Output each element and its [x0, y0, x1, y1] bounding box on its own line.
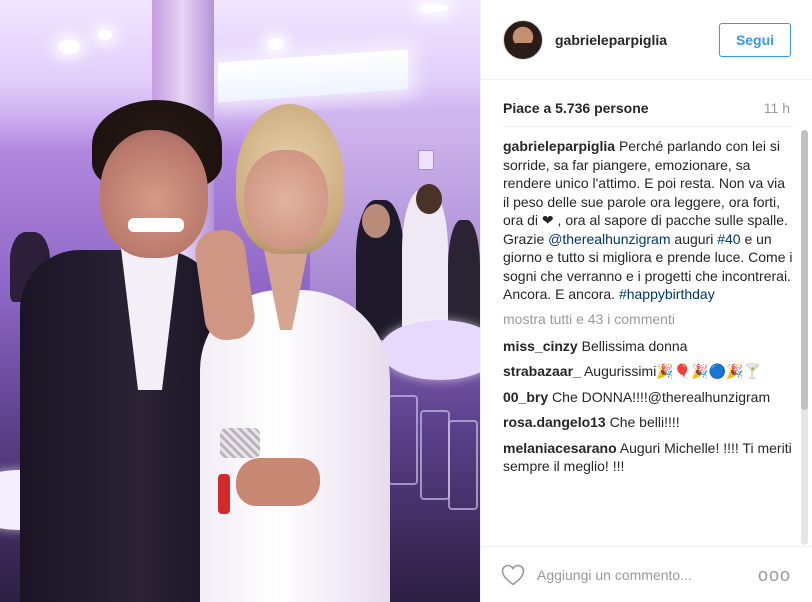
mention-link[interactable]: @therealhunzigram — [548, 231, 670, 247]
post-sidebar: gabrieleparpiglia Segui Piace a 5.736 pe… — [480, 0, 812, 602]
post-caption: gabrieleparpiglia Perché parlando con le… — [503, 138, 793, 302]
comment-item: miss_cinzy Bellissima donna — [503, 337, 793, 356]
comment-text: Che belli!!!! — [609, 414, 680, 430]
comment-username[interactable]: 00_bry — [503, 389, 548, 405]
comment-username[interactable]: miss_cinzy — [503, 338, 578, 354]
post-timestamp[interactable]: 11 h — [764, 100, 790, 116]
comment-text: Augurissimi🎉🎈🎉🔵🎉🍸 — [583, 363, 761, 379]
more-options-icon[interactable]: ooo — [758, 565, 791, 586]
author-username[interactable]: gabrieleparpiglia — [555, 32, 667, 48]
post-footer: Aggiungi un commento... ooo — [481, 546, 812, 602]
comment-item: rosa.dangelo13 Che belli!!!! — [503, 413, 793, 432]
hashtag-link[interactable]: #40 — [717, 231, 740, 247]
comment-username[interactable]: rosa.dangelo13 — [503, 414, 606, 430]
show-all-comments-link[interactable]: mostra tutti e 43 i commenti — [503, 308, 793, 330]
comments-scrollbar[interactable] — [801, 130, 808, 545]
photo-man — [20, 250, 220, 602]
post-photo[interactable] — [0, 0, 480, 602]
comment-item: 00_bry Che DONNA!!!!@therealhunzigram — [503, 388, 793, 407]
comment-item: strabazaar_ Augurissimi🎉🎈🎉🔵🎉🍸 — [503, 362, 793, 381]
comment-username[interactable]: strabazaar_ — [503, 363, 581, 379]
comment-username[interactable]: melaniacesarano — [503, 440, 617, 456]
comment-item: melaniacesarano Auguri Michelle! !!!! Ti… — [503, 439, 793, 476]
comment-text: Bellissima donna — [581, 337, 688, 354]
heart-emoji: ❤ — [541, 212, 554, 228]
likes-count[interactable]: Piace a 5.736 persone — [503, 100, 649, 116]
scrollbar-thumb[interactable] — [801, 130, 808, 410]
follow-button[interactable]: Segui — [719, 23, 791, 57]
comment-text: Che DONNA!!!!@therealhunzigram — [552, 388, 771, 405]
heart-outline-icon[interactable] — [501, 564, 525, 586]
add-comment-input[interactable]: Aggiungi un commento... — [537, 567, 692, 583]
post-header: gabrieleparpiglia Segui — [481, 0, 812, 80]
hashtag-link[interactable]: #happybirthday — [619, 286, 715, 302]
instagram-post: gabrieleparpiglia Segui Piace a 5.736 pe… — [0, 0, 812, 602]
avatar[interactable] — [503, 19, 543, 60]
caption-username[interactable]: gabrieleparpiglia — [503, 138, 615, 154]
comments-list: gabrieleparpiglia Perché parlando con le… — [503, 126, 793, 546]
